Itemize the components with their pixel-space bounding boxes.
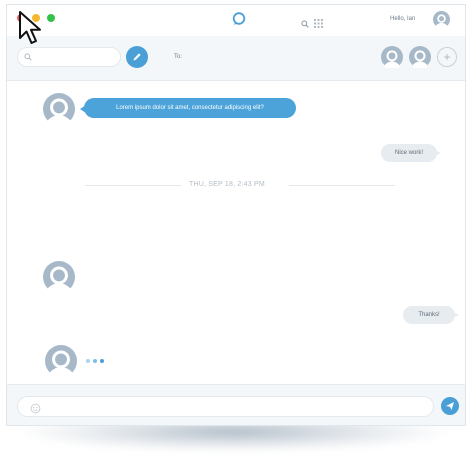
chat-bubble-icon[interactable] [231, 11, 247, 32]
recipient-avatar-2[interactable] [409, 46, 431, 73]
typing-indicator-dot [93, 359, 97, 363]
send-icon [446, 402, 454, 410]
search-icon[interactable] [301, 15, 309, 33]
add-recipient-button[interactable]: + [437, 47, 457, 67]
date-separator: THU, SEP 18, 2:43 PM [85, 178, 395, 192]
message-bubble-outgoing: Lorem ipsum dolor sit amet, consectetur … [80, 98, 296, 118]
title-bar: Hello, Ian [7, 5, 465, 37]
emoji-icon[interactable] [30, 401, 41, 419]
composer-bar [7, 384, 465, 425]
add-icon: + [443, 50, 451, 64]
compose-button[interactable] [126, 46, 148, 68]
separator-line [85, 185, 181, 186]
send-button[interactable] [441, 397, 459, 415]
maximize-window-button[interactable] [47, 14, 55, 22]
mouse-cursor-icon [18, 10, 48, 55]
date-separator-text: THU, SEP 18, 2:43 PM [189, 181, 265, 188]
message-input[interactable] [46, 400, 430, 415]
search-input[interactable] [36, 50, 120, 66]
greeting-text: Hello, Ian [390, 16, 416, 22]
typing-indicator-dot [100, 359, 104, 363]
avatar [43, 261, 75, 298]
conversation-toolbar: To: + [7, 36, 465, 81]
typing-indicator-dot [86, 359, 90, 363]
messenger-window: Hello, Ian To: + Lorem ipsum dolor sit a… [6, 4, 466, 426]
avatar[interactable] [433, 11, 450, 33]
grid-icon[interactable] [314, 15, 323, 33]
message-list: Lorem ipsum dolor sit amet, consectetur … [7, 81, 465, 383]
avatar [43, 93, 75, 130]
message-bubble-incoming: Nice work! [381, 144, 441, 162]
message-field[interactable] [17, 396, 434, 417]
separator-line [289, 185, 395, 186]
recipient-avatar-1[interactable] [381, 46, 403, 73]
message-bubble-incoming: Thanks! [403, 306, 459, 324]
compose-pencil-icon [133, 53, 141, 61]
avatar [45, 345, 77, 382]
to-label: To: [174, 54, 183, 60]
